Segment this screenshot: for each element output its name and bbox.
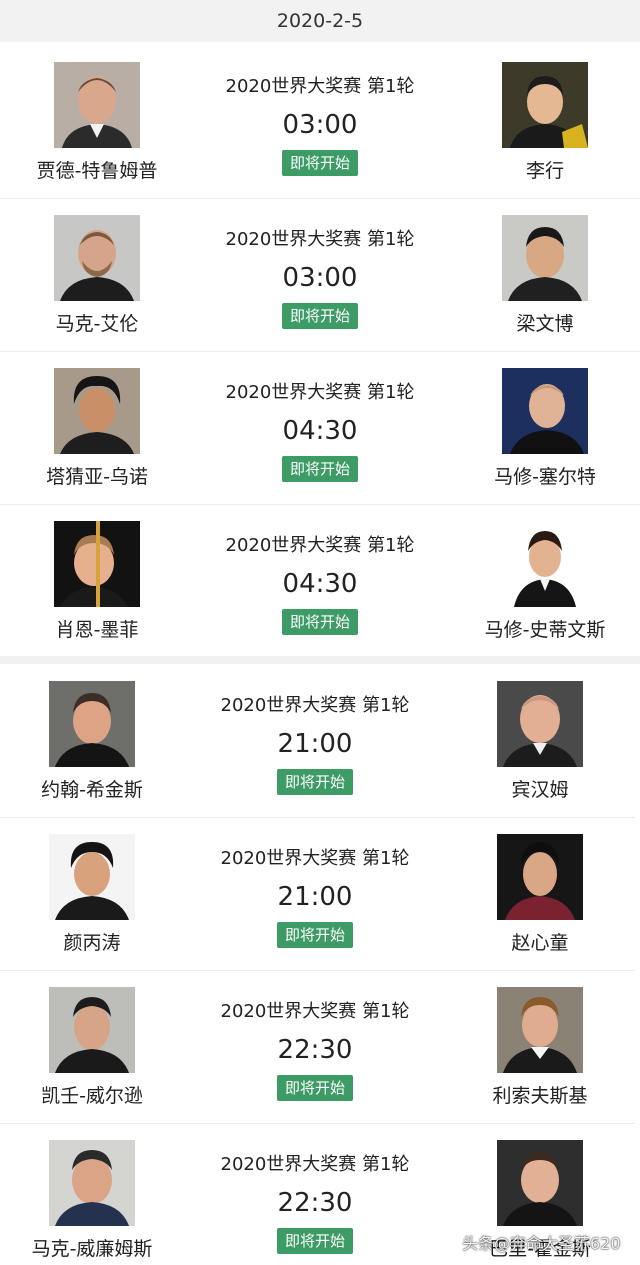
- match-card[interactable]: 马克-艾伦 2020世界大奖赛 第1轮 03:00 即将开始 梁文博: [0, 199, 640, 353]
- left-player[interactable]: 凯壬-威尔逊: [17, 971, 167, 1123]
- match-card[interactable]: 肖恩-墨菲 2020世界大奖赛 第1轮 04:30 即将开始 马修-史蒂文斯: [0, 505, 640, 659]
- right-player[interactable]: 马修-塞尔特: [470, 352, 620, 504]
- schedule-page: 2020-2-5 贾德-特鲁姆普 2020世界大奖赛 第1轮 03:00 即将开…: [0, 0, 640, 1265]
- tournament-label: 2020世界大奖赛 第1轮: [225, 76, 415, 97]
- left-player[interactable]: 马克-艾伦: [22, 199, 172, 351]
- player-photo: [54, 62, 140, 148]
- player-name: 马克-艾伦: [55, 313, 139, 335]
- player-name: 宾汉姆: [511, 779, 569, 801]
- match-time: 21:00: [277, 729, 353, 759]
- player-photo: [49, 834, 135, 920]
- match-time: 04:30: [282, 569, 358, 599]
- tournament-label: 2020世界大奖赛 第1轮: [225, 382, 415, 403]
- right-player[interactable]: 宾汉姆: [465, 665, 615, 817]
- player-name: 颜丙涛: [63, 932, 121, 954]
- status-badge[interactable]: 即将开始: [282, 456, 358, 482]
- match-info: 2020世界大奖赛 第1轮 03:00 即将开始: [200, 46, 440, 198]
- left-player[interactable]: 马克-威廉姆斯: [17, 1124, 167, 1265]
- status-badge[interactable]: 即将开始: [277, 769, 353, 795]
- match-info: 2020世界大奖赛 第1轮 22:30 即将开始: [195, 971, 435, 1123]
- player-name: 肖恩-墨菲: [55, 619, 139, 641]
- player-name: 马修-史蒂文斯: [484, 619, 606, 641]
- match-card[interactable]: 贾德-特鲁姆普 2020世界大奖赛 第1轮 03:00 即将开始 李行: [0, 46, 640, 200]
- player-photo: [497, 681, 583, 767]
- player-name: 梁文博: [516, 313, 574, 335]
- player-photo: [497, 987, 583, 1073]
- right-player[interactable]: 马修-史蒂文斯: [470, 505, 620, 657]
- right-player[interactable]: 赵心童: [465, 818, 615, 970]
- match-time: 04:30: [282, 416, 358, 446]
- player-name: 塔猜亚-乌诺: [46, 466, 148, 488]
- player-name: 马克-威廉姆斯: [31, 1238, 153, 1260]
- tournament-label: 2020世界大奖赛 第1轮: [225, 535, 415, 556]
- player-photo: [49, 987, 135, 1073]
- player-photo: [502, 215, 588, 301]
- match-card[interactable]: 凯壬-威尔逊 2020世界大奖赛 第1轮 22:30 即将开始 利索夫斯基: [0, 971, 635, 1125]
- player-photo: [497, 834, 583, 920]
- tournament-label: 2020世界大奖赛 第1轮: [220, 695, 410, 716]
- match-time: 21:00: [277, 882, 353, 912]
- match-info: 2020世界大奖赛 第1轮 22:30 即将开始: [195, 1124, 435, 1265]
- player-name: 贾德-特鲁姆普: [36, 160, 158, 182]
- match-card[interactable]: 约翰-希金斯 2020世界大奖赛 第1轮 21:00 即将开始 宾汉姆: [0, 665, 635, 819]
- player-photo: [54, 215, 140, 301]
- player-name: 马修-塞尔特: [494, 466, 596, 488]
- left-player[interactable]: 塔猜亚-乌诺: [22, 352, 172, 504]
- player-photo: [54, 368, 140, 454]
- watermark: 头条@奔命大圣苏620: [462, 1234, 621, 1253]
- player-photo: [49, 681, 135, 767]
- match-info: 2020世界大奖赛 第1轮 03:00 即将开始: [200, 199, 440, 351]
- player-name: 赵心童: [511, 932, 569, 954]
- match-info: 2020世界大奖赛 第1轮 21:00 即将开始: [195, 818, 435, 970]
- match-time: 03:00: [282, 263, 358, 293]
- left-player[interactable]: 约翰-希金斯: [17, 665, 167, 817]
- match-card[interactable]: 颜丙涛 2020世界大奖赛 第1轮 21:00 即将开始 赵心童: [0, 818, 635, 972]
- tournament-label: 2020世界大奖赛 第1轮: [220, 848, 410, 869]
- match-card[interactable]: 塔猜亚-乌诺 2020世界大奖赛 第1轮 04:30 即将开始 马修-塞尔特: [0, 352, 640, 506]
- left-player[interactable]: 肖恩-墨菲: [22, 505, 172, 657]
- match-info: 2020世界大奖赛 第1轮 04:30 即将开始: [200, 352, 440, 504]
- player-photo: [502, 368, 588, 454]
- status-badge[interactable]: 即将开始: [282, 303, 358, 329]
- player-photo: [497, 1140, 583, 1226]
- status-badge[interactable]: 即将开始: [282, 150, 358, 176]
- right-player[interactable]: 梁文博: [470, 199, 620, 351]
- tournament-label: 2020世界大奖赛 第1轮: [220, 1001, 410, 1022]
- player-photo: [502, 62, 588, 148]
- status-badge[interactable]: 即将开始: [277, 922, 353, 948]
- status-badge[interactable]: 即将开始: [282, 609, 358, 635]
- left-player[interactable]: 贾德-特鲁姆普: [22, 46, 172, 198]
- date-header: 2020-2-5: [0, 0, 640, 42]
- status-badge[interactable]: 即将开始: [277, 1228, 353, 1254]
- match-info: 2020世界大奖赛 第1轮 21:00 即将开始: [195, 665, 435, 817]
- player-name: 李行: [525, 160, 564, 182]
- right-player[interactable]: 利索夫斯基: [465, 971, 615, 1123]
- status-badge[interactable]: 即将开始: [277, 1075, 353, 1101]
- player-photo: [502, 521, 588, 607]
- player-photo: [49, 1140, 135, 1226]
- tournament-label: 2020世界大奖赛 第1轮: [220, 1154, 410, 1175]
- player-name: 约翰-希金斯: [41, 779, 143, 801]
- match-time: 22:30: [277, 1188, 353, 1218]
- player-photo: [54, 521, 140, 607]
- match-info: 2020世界大奖赛 第1轮 04:30 即将开始: [200, 505, 440, 657]
- player-name: 利索夫斯基: [492, 1085, 588, 1107]
- match-time: 22:30: [277, 1035, 353, 1065]
- right-player[interactable]: 李行: [470, 46, 620, 198]
- match-time: 03:00: [282, 110, 358, 140]
- tournament-label: 2020世界大奖赛 第1轮: [225, 229, 415, 250]
- player-name: 凯壬-威尔逊: [41, 1085, 143, 1107]
- left-player[interactable]: 颜丙涛: [17, 818, 167, 970]
- group-separator: [0, 656, 640, 664]
